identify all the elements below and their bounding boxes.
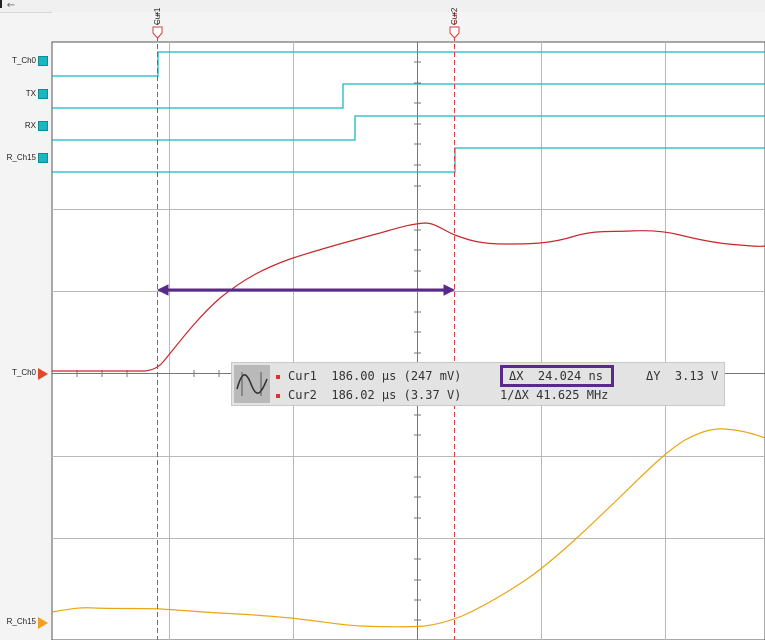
- inverse-delta-x-row: 1/ΔX 41.625 MHz: [500, 388, 608, 402]
- cursor-1-label: Cur1: [153, 7, 162, 25]
- cursor-2-label: Cur2: [450, 7, 459, 25]
- delta-y-label: ΔY: [646, 369, 661, 383]
- delta-y-row: ΔY 3.13 V: [646, 369, 718, 383]
- cur1-color-dot: [276, 374, 280, 379]
- plot-area: [51, 41, 765, 640]
- waveform-measure-icon[interactable]: [234, 365, 270, 403]
- waveform-plot[interactable]: Cur1 Cur2: [0, 0, 765, 640]
- inverse-delta-x-label: 1/ΔX: [500, 388, 529, 402]
- cursor-readout-panel: Cur1 186.00 µs (247 mV) Cur2 186.02 µs (…: [231, 362, 725, 406]
- delta-x-value: 24.024 ns: [537, 369, 603, 383]
- delta-x-row: ΔX 24.024 ns: [509, 369, 603, 383]
- cur2-color-dot: [276, 393, 280, 398]
- delta-x-label: ΔX: [509, 369, 524, 383]
- cur1-readout-row: Cur1 186.00 µs (247 mV): [276, 369, 461, 383]
- cur2-readout-value: 186.02 µs (3.37 V): [331, 388, 462, 402]
- cur1-readout-value: 186.00 µs (247 mV): [331, 369, 462, 383]
- cur1-readout-label: Cur1: [288, 369, 317, 383]
- inverse-delta-x-value: 41.625 MHz: [536, 388, 609, 402]
- cur2-readout-row: Cur2 186.02 µs (3.37 V): [276, 388, 461, 402]
- cursor-2-handle: [449, 26, 460, 39]
- cursor-1-handle: [152, 26, 163, 39]
- cur2-readout-label: Cur2: [288, 388, 317, 402]
- delta-y-value: 3.13 V: [674, 369, 719, 383]
